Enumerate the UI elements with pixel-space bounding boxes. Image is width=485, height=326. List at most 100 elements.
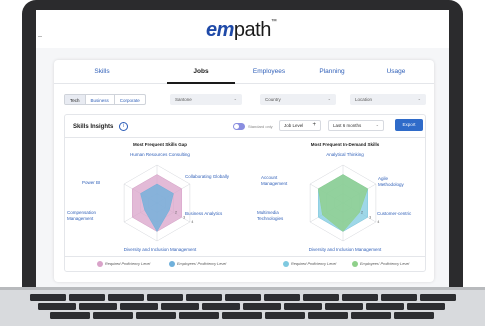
country-value: Country [265, 97, 281, 102]
radar-tick-label: 3 [183, 215, 185, 219]
legend-divider [65, 256, 425, 257]
chart2-axis-label: Account Management [261, 175, 288, 186]
segment-tech[interactable]: Tech [65, 95, 86, 104]
panel-divider [65, 137, 425, 138]
keyboard-key [303, 294, 339, 301]
laptop-mockup: empath™ Skills Jobs Employees Planning U… [0, 0, 485, 326]
company-dropdown[interactable]: Santone ⌄ [170, 94, 242, 105]
keyboard-key [381, 294, 417, 301]
keyboard-key [38, 303, 76, 310]
radar-tick-label: 2 [175, 211, 177, 215]
keyboard-key [284, 303, 322, 310]
skills-insights-panel: Skills Insights i Standard only Job Leve… [64, 114, 426, 272]
tab-employees[interactable]: Employees [239, 68, 299, 75]
keyboard-key [202, 303, 240, 310]
tab-skills[interactable]: Skills [72, 68, 132, 75]
chart1-axis-label: Diversity and Inclusion Management [123, 247, 197, 252]
chevron-down-icon: ⌄ [327, 96, 331, 101]
legend-label: Employees' Proficiency Level [177, 262, 227, 266]
chart1-radar-plot: 2 3 4 [123, 164, 193, 242]
keyboard-key [265, 312, 305, 319]
keyboard-key [264, 294, 300, 301]
chart1-axis-label: Compensation Management [67, 210, 97, 221]
legend-label: Required Proficiency Level [291, 262, 337, 266]
radar-tick-label: 4 [191, 220, 193, 224]
export-button[interactable]: Export [395, 119, 423, 131]
radar-tick-label: 3 [369, 215, 371, 219]
keyboard-keys [30, 294, 456, 319]
segment-business[interactable]: Business [86, 95, 115, 104]
radar-series-2 [318, 174, 368, 232]
period-dropdown[interactable]: Last 6 months ⌄ [328, 120, 384, 131]
chevron-down-icon: ⌄ [375, 122, 379, 127]
chart1-axis-label: Power BI [82, 180, 101, 185]
plus-icon[interactable]: + [312, 122, 316, 128]
keyboard-key [308, 312, 348, 319]
keyboard-key [222, 312, 262, 319]
chart1-title: Most Frequent Skills Gap [132, 142, 187, 147]
logo-em: em [206, 19, 234, 41]
keyboard-key [120, 303, 158, 310]
legend-item: Employees' Proficiency Level [352, 261, 409, 269]
chevron-down-icon: ⌄ [417, 96, 421, 101]
job-level-label: Job Level [284, 123, 304, 128]
keyboard-key [351, 312, 391, 319]
keyboard-key [50, 312, 90, 319]
legend-item: Required Proficiency Level [283, 261, 336, 269]
legend-swatch [97, 261, 103, 267]
segment-corporate[interactable]: Corporate [115, 95, 145, 104]
radar-tick-label: 4 [377, 220, 379, 224]
legend-swatch [283, 261, 289, 267]
keyboard-key [136, 312, 176, 319]
location-value: Location [355, 97, 373, 102]
radar-tick-label: 2 [361, 211, 363, 215]
keyboard-key [325, 303, 363, 310]
location-dropdown[interactable]: Location ⌄ [350, 94, 426, 105]
chart2-axis-label: Multimedia Technologies [257, 210, 284, 221]
legend-swatch [169, 261, 175, 267]
tab-jobs[interactable]: Jobs [171, 68, 231, 75]
category-segmented-control: Tech Business Corporate [64, 94, 146, 105]
logo-tm: ™ [270, 19, 277, 25]
chart2-title: Most Frequent In-Demand Skills [310, 142, 380, 147]
main-card: Skills Jobs Employees Planning Usage Tec… [54, 60, 434, 282]
legend-item: Employees' Proficiency Level [169, 261, 226, 269]
keyboard-key [186, 294, 222, 301]
info-icon[interactable]: i [119, 122, 128, 131]
legend-label: Employees' Proficiency Level [360, 262, 410, 266]
laptop-keyboard-base [0, 290, 485, 326]
chevron-down-icon: ⌄ [233, 96, 237, 101]
keyboard-key [394, 312, 434, 319]
keyboard-key [243, 303, 281, 310]
keyboard-key [407, 303, 445, 310]
chart2-axis-label: Analytical Thinking [326, 152, 364, 157]
tab-usage[interactable]: Usage [366, 68, 426, 75]
legend-item: Required Proficiency Level [97, 261, 150, 269]
job-level-dropdown[interactable]: Job Level + [279, 120, 321, 131]
legend-swatch [352, 261, 358, 267]
tab-planning[interactable]: Planning [302, 68, 362, 75]
panel-title: Skills Insights [73, 124, 114, 130]
laptop-screen: empath™ Skills Jobs Employees Planning U… [36, 10, 449, 290]
filter-row: Tech Business Corporate Santone ⌄ Countr… [64, 94, 426, 106]
chart2-radar-plot: 2 3 4 [309, 164, 379, 242]
app-header: empath™ [36, 10, 449, 48]
period-value: Last 6 months [333, 123, 362, 128]
active-tab-indicator [167, 82, 235, 84]
chart1-axis-label: Human Resources Consulting [130, 152, 190, 157]
keyboard-key [225, 294, 261, 301]
keyboard-key [161, 303, 199, 310]
toggle-label: Standard only [248, 124, 273, 129]
standard-only-toggle[interactable] [233, 123, 245, 130]
keyboard-key [342, 294, 378, 301]
keyboard-key [179, 312, 219, 319]
country-dropdown[interactable]: Country ⌄ [260, 94, 336, 105]
legend-label: Required Proficiency Level [105, 262, 151, 266]
keyboard-key [79, 303, 117, 310]
nav-tabs: Skills Jobs Employees Planning Usage [54, 60, 434, 84]
chart2-axis-label: Diversity and Inclusion Management [308, 247, 382, 252]
keyboard-key [108, 294, 144, 301]
logo-path: path [233, 19, 271, 41]
company-value: Santone [175, 97, 192, 102]
empath-logo[interactable]: empath™ [206, 19, 277, 42]
